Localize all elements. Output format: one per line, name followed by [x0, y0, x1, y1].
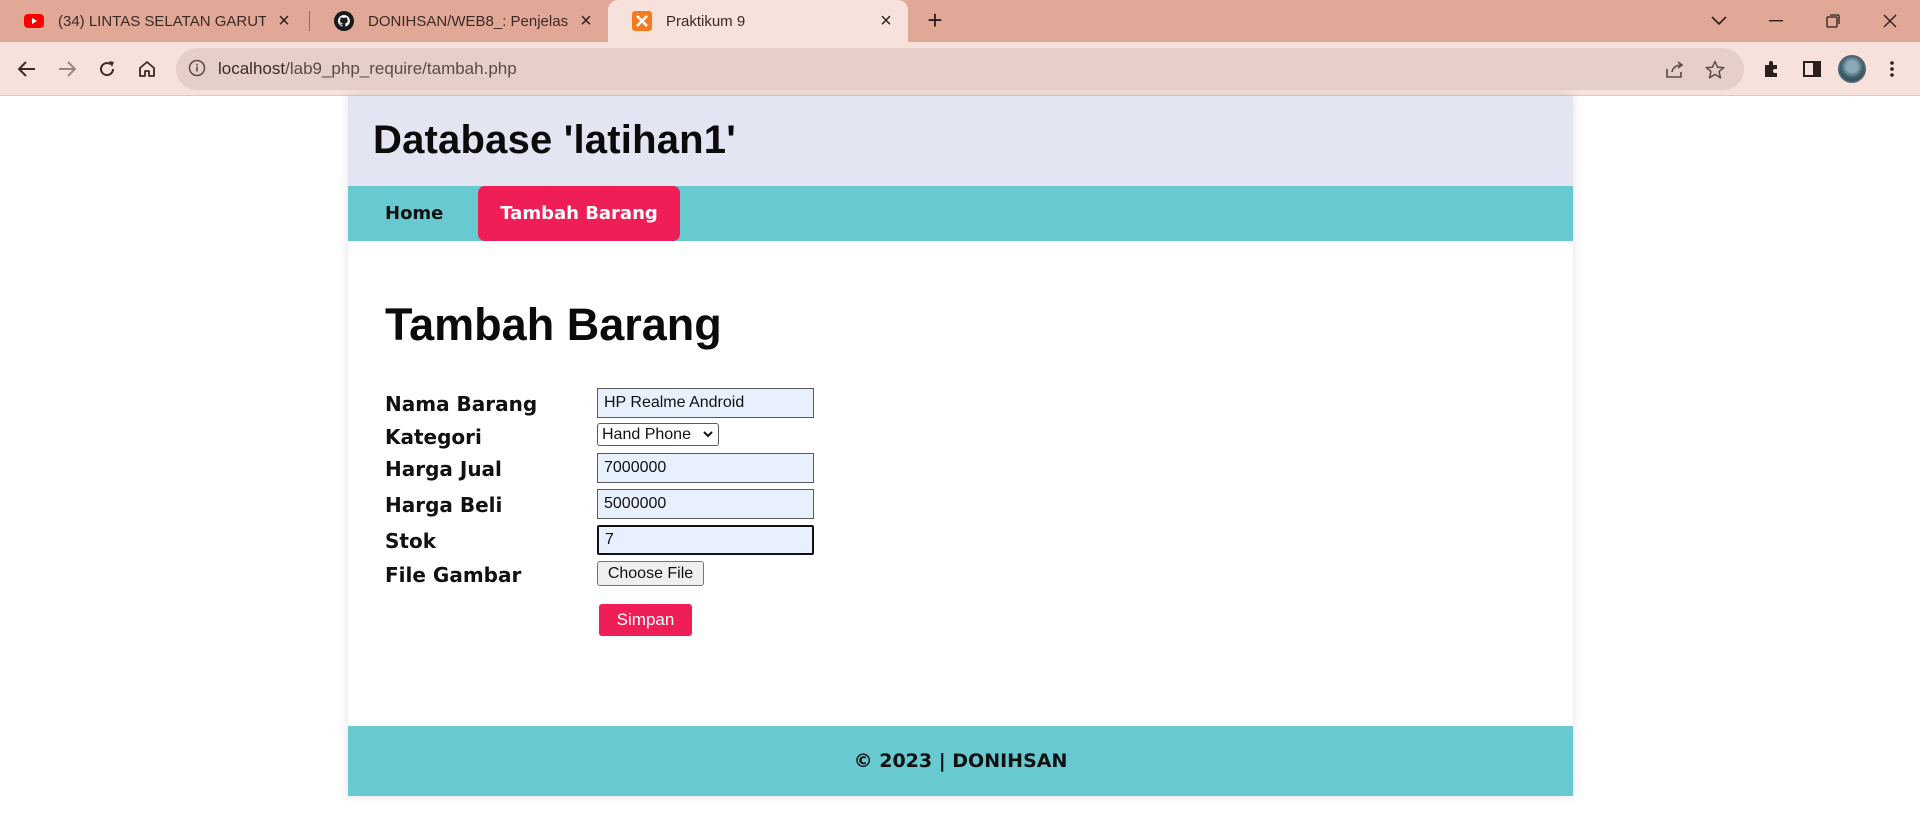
form-row-kategori: Kategori Hand Phone: [385, 421, 985, 451]
stok-label: Stok: [385, 529, 437, 553]
minimize-icon[interactable]: [1748, 0, 1804, 42]
kategori-selected-value: Hand Phone: [602, 426, 691, 443]
home-icon[interactable]: [132, 54, 162, 84]
extensions-icon[interactable]: [1757, 54, 1787, 84]
tab-title: Praktikum 9: [666, 12, 746, 30]
new-tab-icon[interactable]: +: [922, 7, 948, 34]
simpan-button[interactable]: Simpan: [599, 604, 692, 636]
tab-github[interactable]: DONIHSAN/WEB8_: Penjelasan T ×: [310, 0, 608, 42]
harga-beli-label: Harga Beli: [385, 493, 503, 517]
youtube-icon: [24, 11, 44, 31]
github-icon: [334, 11, 354, 31]
profile-avatar[interactable]: [1838, 55, 1866, 83]
back-icon[interactable]: [12, 54, 42, 84]
address-bar[interactable]: localhost/lab9_php_require/tambah.php: [176, 48, 1744, 90]
url-text: localhost/lab9_php_require/tambah.php: [218, 59, 517, 79]
tab-youtube[interactable]: (34) LINTAS SELATAN GARUT | "T ×: [0, 0, 306, 42]
side-panel-icon[interactable]: [1797, 54, 1827, 84]
nav-home[interactable]: Home: [385, 186, 443, 241]
site-footer: © 2023 | DONIHSAN: [348, 726, 1573, 796]
harga-beli-input[interactable]: [597, 489, 814, 519]
page-viewport: Database 'latihan1' Home Tambah Barang T…: [0, 96, 1920, 839]
page-heading: Tambah Barang: [385, 299, 722, 350]
kategori-label: Kategori: [385, 425, 482, 449]
close-tab-icon[interactable]: ×: [876, 11, 896, 31]
stok-input[interactable]: [597, 525, 814, 555]
tab-title: DONIHSAN/WEB8_: Penjelasan T: [368, 12, 568, 30]
nama-label: Nama Barang: [385, 392, 538, 416]
tab-title: (34) LINTAS SELATAN GARUT | "T: [58, 12, 266, 30]
share-icon[interactable]: [1664, 59, 1686, 81]
bookmark-star-icon[interactable]: [1704, 59, 1726, 81]
browser-toolbar: localhost/lab9_php_require/tambah.php: [0, 42, 1920, 96]
chevron-down-icon: [702, 426, 714, 448]
form-row-stok: Stok: [385, 525, 985, 555]
site-title: Database 'latihan1': [373, 118, 736, 162]
form-row-file: File Gambar Choose File: [385, 559, 985, 589]
form-row-nama: Nama Barang: [385, 388, 985, 418]
restore-icon[interactable]: [1805, 0, 1861, 42]
harga-jual-input[interactable]: [597, 453, 814, 483]
close-window-icon[interactable]: [1862, 0, 1918, 42]
nama-barang-input[interactable]: [597, 388, 814, 418]
main-content: Tambah Barang Nama Barang Kategori Hand …: [348, 241, 1573, 722]
choose-file-button[interactable]: Choose File: [597, 561, 704, 586]
harga-jual-label: Harga Jual: [385, 457, 502, 481]
forward-icon[interactable]: [52, 54, 82, 84]
close-tab-icon[interactable]: ×: [274, 11, 294, 31]
file-gambar-label: File Gambar: [385, 563, 522, 587]
xampp-icon: [632, 11, 652, 31]
main-nav: Home Tambah Barang: [348, 186, 1573, 241]
close-tab-icon[interactable]: ×: [576, 11, 596, 31]
nav-tambah-barang[interactable]: Tambah Barang: [478, 186, 680, 241]
reload-icon[interactable]: [92, 54, 122, 84]
tab-strip: (34) LINTAS SELATAN GARUT | "T × DONIHSA…: [0, 0, 1920, 42]
form-row-harga-jual: Harga Jual: [385, 453, 985, 483]
menu-icon[interactable]: [1877, 54, 1907, 84]
site-info-icon[interactable]: [188, 59, 208, 79]
page-container: Database 'latihan1' Home Tambah Barang T…: [348, 96, 1573, 796]
url-path: /lab9_php_require/tambah.php: [285, 59, 517, 78]
form-row-harga-beli: Harga Beli: [385, 489, 985, 519]
tab-search-icon[interactable]: [1691, 0, 1747, 42]
tab-praktikum[interactable]: Praktikum 9 ×: [608, 0, 908, 42]
kategori-select[interactable]: Hand Phone: [597, 423, 719, 446]
site-header: Database 'latihan1': [348, 96, 1573, 186]
url-host: localhost: [218, 59, 286, 78]
